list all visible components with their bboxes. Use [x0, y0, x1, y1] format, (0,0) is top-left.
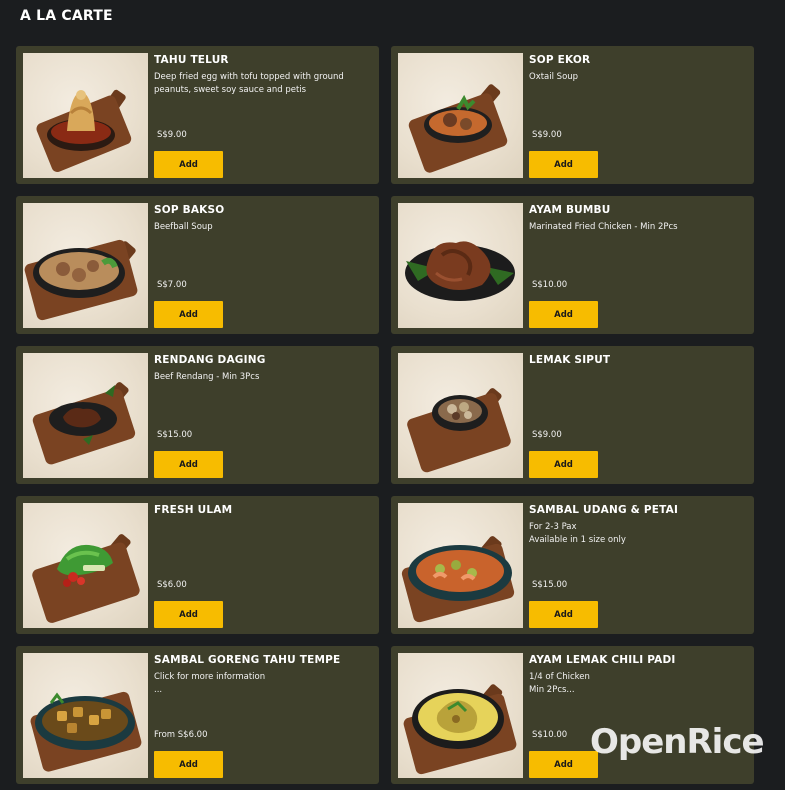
item-name: RENDANG DAGING [154, 354, 266, 366]
menu-item-card[interactable]: SOP EKOR Oxtail Soup S$9.00 Add [391, 46, 754, 184]
item-name: LEMAK SIPUT [529, 354, 611, 366]
item-name: TAHU TELUR [154, 54, 229, 66]
section-title: A LA CARTE [20, 8, 113, 24]
add-button[interactable]: Add [529, 751, 598, 778]
item-name: SOP EKOR [529, 54, 591, 66]
item-price: S$6.00 [157, 580, 187, 590]
menu-item-card[interactable]: SOP BAKSO Beefball Soup S$7.00 Add [16, 196, 379, 334]
item-description: 1/4 of Chicken Min 2Pcs... [529, 672, 590, 695]
menu-item-card[interactable]: LEMAK SIPUT S$9.00 Add [391, 346, 754, 484]
item-name: AYAM BUMBU [529, 204, 611, 216]
item-name: SAMBAL GORENG TAHU TEMPE [154, 654, 341, 666]
item-price: S$9.00 [157, 130, 187, 140]
item-price: S$10.00 [532, 730, 568, 740]
add-button[interactable]: Add [154, 151, 223, 178]
item-price: S$7.00 [157, 280, 187, 290]
add-button[interactable]: Add [529, 151, 598, 178]
add-button[interactable]: Add [529, 601, 598, 628]
item-description: Oxtail Soup [529, 72, 579, 82]
item-description: For 2-3 Pax Available in 1 size only [529, 522, 626, 545]
item-name: AYAM LEMAK CHILI PADI [529, 654, 676, 666]
item-description: Deep fried egg with tofu topped with gro… [154, 72, 344, 95]
add-button[interactable]: Add [154, 751, 223, 778]
item-name: SAMBAL UDANG & PETAI [529, 504, 679, 516]
item-price: S$9.00 [532, 130, 562, 140]
item-description: Beef Rendang - Min 3Pcs [154, 372, 260, 382]
dish-image[interactable] [398, 653, 523, 778]
dish-image[interactable] [398, 53, 523, 178]
add-button[interactable]: Add [154, 601, 223, 628]
dish-image[interactable] [23, 503, 148, 628]
add-button[interactable]: Add [154, 451, 223, 478]
menu-item-card[interactable]: RENDANG DAGING Beef Rendang - Min 3Pcs S… [16, 346, 379, 484]
item-price: S$15.00 [532, 580, 568, 590]
menu-item-card[interactable]: AYAM BUMBU Marinated Fried Chicken - Min… [391, 196, 754, 334]
menu-item-card[interactable]: SAMBAL GORENG TAHU TEMPE Click for more … [16, 646, 379, 784]
dish-image[interactable] [23, 653, 148, 778]
dish-image[interactable] [398, 503, 523, 628]
item-price: S$9.00 [532, 430, 562, 440]
item-price: S$10.00 [532, 280, 568, 290]
menu-item-card[interactable]: SAMBAL UDANG & PETAI For 2-3 Pax Availab… [391, 496, 754, 634]
item-description: Marinated Fried Chicken - Min 2Pcs [529, 222, 678, 232]
item-price: S$15.00 [157, 430, 193, 440]
menu-item-card[interactable]: AYAM LEMAK CHILI PADI 1/4 of Chicken Min… [391, 646, 754, 784]
item-description: Click for more information ... [154, 672, 266, 695]
add-button[interactable]: Add [529, 451, 598, 478]
dish-image[interactable] [398, 203, 523, 328]
item-name: FRESH ULAM [154, 504, 233, 516]
menu-item-card[interactable]: TAHU TELUR Deep fried egg with tofu topp… [16, 46, 379, 184]
menu-grid: TAHU TELUR Deep fried egg with tofu topp… [16, 46, 754, 784]
dish-image[interactable] [23, 353, 148, 478]
dish-image[interactable] [23, 203, 148, 328]
dish-image[interactable] [23, 53, 148, 178]
openrice-watermark-logo: OpenRice [590, 722, 765, 762]
menu-item-card[interactable]: FRESH ULAM S$6.00 Add [16, 496, 379, 634]
item-price: From S$6.00 [154, 730, 208, 740]
add-button[interactable]: Add [529, 301, 598, 328]
add-button[interactable]: Add [154, 301, 223, 328]
dish-image[interactable] [398, 353, 523, 478]
item-name: SOP BAKSO [154, 204, 225, 216]
item-description: Beefball Soup [154, 222, 213, 232]
